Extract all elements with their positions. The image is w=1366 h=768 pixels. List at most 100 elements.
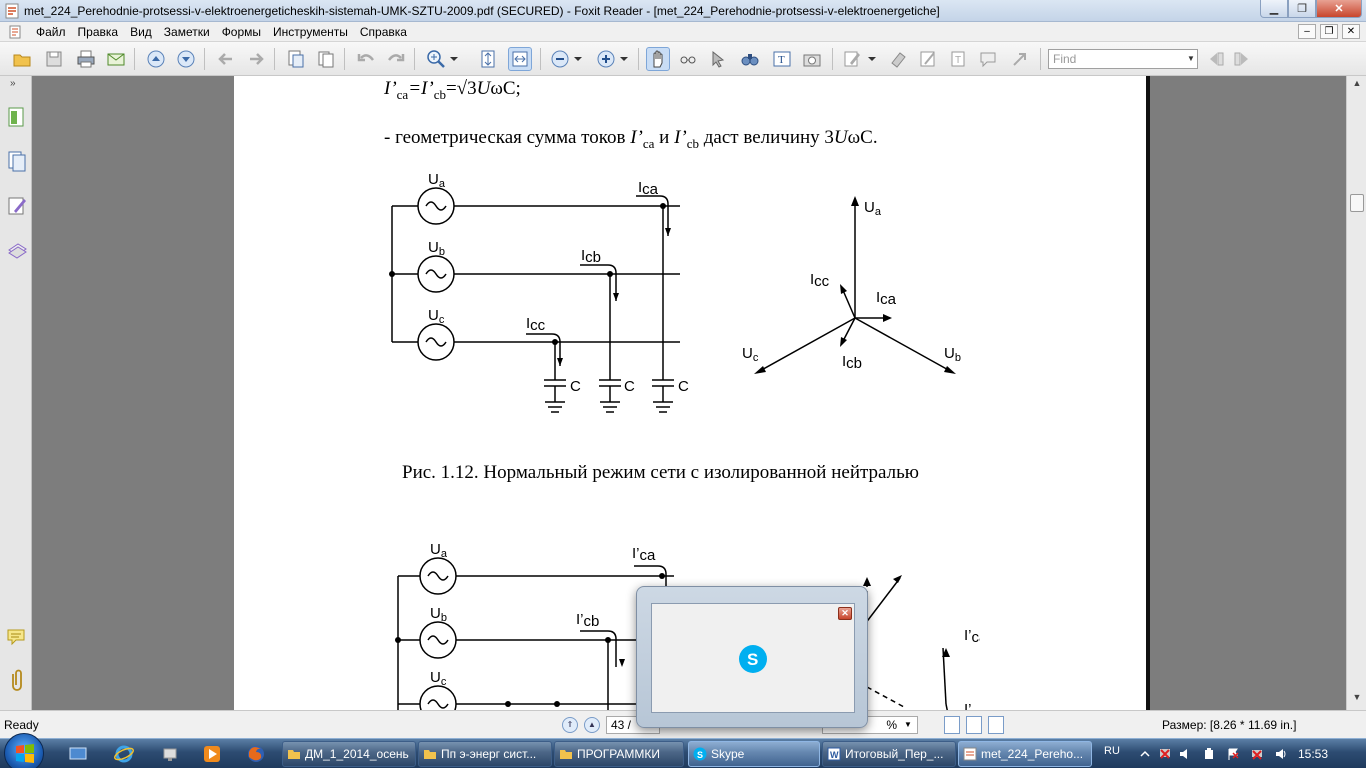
find-next-icon[interactable]: [1230, 47, 1254, 71]
scroll-up-icon[interactable]: ▲: [1350, 78, 1364, 92]
menu-help[interactable]: Справка: [354, 24, 413, 40]
paperclip-icon[interactable]: [6, 668, 28, 692]
note-edit-icon[interactable]: [916, 47, 940, 71]
snapshot-camera-icon[interactable]: [800, 47, 824, 71]
find-previous-icon[interactable]: [1204, 47, 1228, 71]
redo-icon[interactable]: [384, 47, 408, 71]
phasor-label-icb: Icb: [842, 353, 862, 372]
menu-view[interactable]: Вид: [124, 24, 158, 40]
firefox-icon[interactable]: [246, 744, 266, 764]
start-button[interactable]: [4, 733, 44, 768]
previous-page-button-icon[interactable]: ▲: [584, 717, 600, 733]
forward-arrow-icon[interactable]: [244, 47, 268, 71]
typewriter-icon[interactable]: T: [770, 47, 794, 71]
fit-width-icon[interactable]: [508, 47, 532, 71]
undo-icon[interactable]: [354, 47, 378, 71]
select-text-icon[interactable]: [676, 47, 700, 71]
network-icon[interactable]: [1250, 747, 1264, 761]
comment-icon[interactable]: [976, 47, 1000, 71]
zoom-dropdown-icon[interactable]: [448, 47, 460, 71]
menu-tools[interactable]: Инструменты: [267, 24, 354, 40]
source-label-a: Ua: [430, 541, 448, 560]
clock[interactable]: 15:53: [1298, 747, 1328, 761]
scroll-thumb[interactable]: [1350, 194, 1364, 212]
volume-icon[interactable]: [1274, 747, 1288, 761]
tray-chevron-icon[interactable]: [1138, 747, 1152, 761]
continuous-view-icon[interactable]: [966, 716, 982, 734]
extract-pages-icon[interactable]: [284, 47, 308, 71]
mdi-close-button[interactable]: ✕: [1342, 24, 1360, 39]
zoom-icon[interactable]: [424, 47, 448, 71]
maximize-button[interactable]: ❐: [1288, 0, 1316, 18]
menu-comments[interactable]: Заметки: [158, 24, 216, 40]
volume-icon[interactable]: [1178, 747, 1192, 761]
taskbar-button-folder-dm[interactable]: ДМ_1_2014_осень: [282, 741, 416, 767]
save-icon[interactable]: [42, 47, 66, 71]
markup-dropdown-icon[interactable]: [866, 47, 878, 71]
find-input[interactable]: Find: [1048, 49, 1198, 69]
pages-panel-icon[interactable]: [6, 150, 28, 174]
document-icon[interactable]: [8, 25, 22, 39]
arrow-tool-icon[interactable]: [1008, 47, 1032, 71]
internet-explorer-icon[interactable]: [114, 744, 134, 764]
pages-icon[interactable]: [314, 47, 338, 71]
vertical-scrollbar[interactable]: ▲ ▼: [1346, 76, 1366, 710]
taskbar-button-skype[interactable]: S Skype: [688, 741, 820, 767]
email-icon[interactable]: [104, 47, 128, 71]
back-arrow-icon[interactable]: [214, 47, 238, 71]
layers-panel-icon[interactable]: [6, 194, 28, 218]
popup-close-icon[interactable]: ✕: [838, 607, 852, 620]
taskbar-button-word-doc[interactable]: W Итоговый_Пер_...: [822, 741, 956, 767]
network-error-icon[interactable]: [1158, 747, 1172, 761]
attachments-panel-icon[interactable]: [6, 238, 28, 262]
source-label-b: Ub: [430, 605, 447, 624]
menu-bar: Файл Правка Вид Заметки Формы Инструмент…: [0, 22, 1366, 42]
select-cursor-icon[interactable]: [706, 47, 730, 71]
zoom-out-icon[interactable]: [548, 47, 572, 71]
mdi-restore-button[interactable]: ❐: [1320, 24, 1338, 39]
power-icon[interactable]: [1202, 747, 1216, 761]
expand-panel-icon[interactable]: »: [10, 78, 16, 89]
minimize-button[interactable]: ▁: [1260, 0, 1288, 18]
previous-page-icon[interactable]: [144, 47, 168, 71]
text-box-icon[interactable]: T: [946, 47, 970, 71]
skype-preview-popup[interactable]: ✕ S: [636, 586, 868, 728]
language-indicator[interactable]: RU: [1104, 745, 1120, 757]
fit-page-icon[interactable]: [476, 47, 500, 71]
print-icon[interactable]: [74, 47, 98, 71]
eraser-icon[interactable]: [886, 47, 910, 71]
media-player-icon[interactable]: [202, 744, 222, 764]
facing-view-icon[interactable]: [988, 716, 1004, 734]
skype-preview-window[interactable]: ✕ S: [651, 603, 855, 713]
comments-panel-icon[interactable]: [6, 626, 28, 650]
zoom-in-icon[interactable]: [594, 47, 618, 71]
menu-forms[interactable]: Формы: [216, 24, 267, 40]
hand-tool-icon[interactable]: [646, 47, 670, 71]
menu-edit[interactable]: Правка: [72, 24, 125, 40]
single-page-view-icon[interactable]: [944, 716, 960, 734]
bookmarks-icon[interactable]: [6, 106, 28, 130]
zoom-out-dropdown-icon[interactable]: [572, 47, 584, 71]
taskbar-button-folder-programs[interactable]: ПРОГРАММКИ: [554, 741, 684, 767]
taskbar-button-foxit[interactable]: met_224_Perehо...: [958, 741, 1092, 767]
pencil-markup-icon[interactable]: [840, 47, 864, 71]
taskbar-button-folder-pp[interactable]: Пп э-энерг сист...: [418, 741, 552, 767]
media-center-icon[interactable]: [160, 744, 180, 764]
open-folder-icon[interactable]: [10, 47, 34, 71]
scroll-down-icon[interactable]: ▼: [1350, 692, 1364, 706]
menu-file[interactable]: Файл: [30, 24, 72, 40]
find-dropdown-icon[interactable]: ▼: [1187, 49, 1199, 69]
zoom-dropdown-icon[interactable]: ▼: [904, 720, 912, 729]
find-binoculars-icon[interactable]: [738, 47, 762, 71]
first-page-icon[interactable]: ⇑: [562, 717, 578, 733]
next-page-icon[interactable]: [174, 47, 198, 71]
current-label-cb-prime: I’cb: [576, 611, 599, 630]
flag-icon[interactable]: [1226, 747, 1240, 761]
mdi-minimize-button[interactable]: –: [1298, 24, 1316, 39]
show-desktop-icon[interactable]: [68, 744, 88, 764]
svg-text:W: W: [830, 750, 839, 760]
formula-line: I’ca=I’cb=√3UωC;: [384, 78, 521, 102]
zoom-in-dropdown-icon[interactable]: [618, 47, 630, 71]
close-button[interactable]: ✕: [1316, 0, 1362, 18]
source-label-a: Ua: [428, 171, 446, 190]
